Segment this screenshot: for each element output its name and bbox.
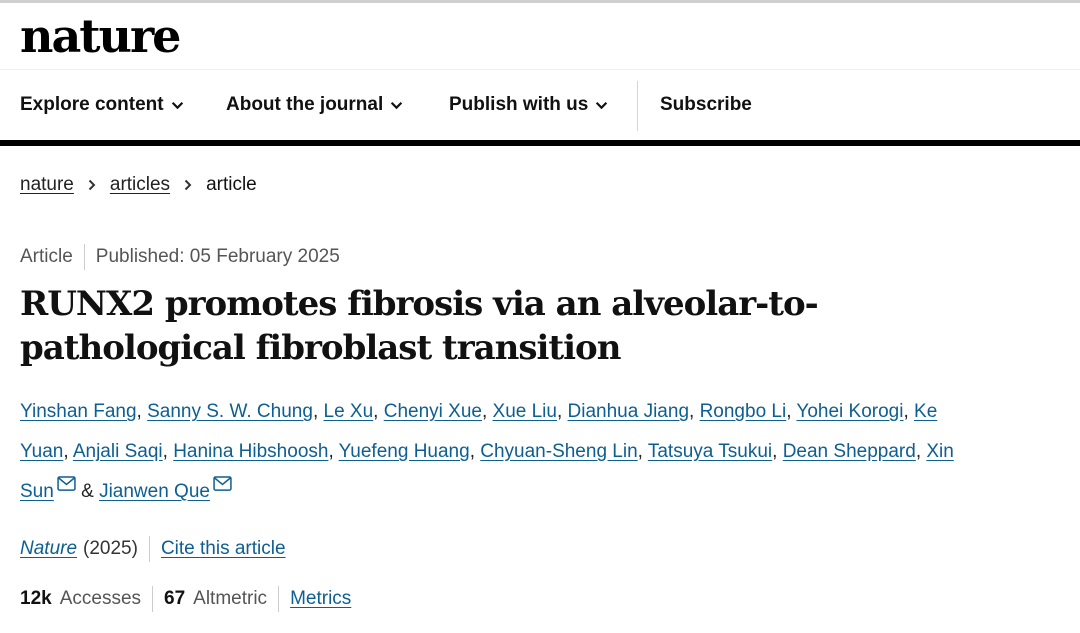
author-link[interactable]: Hanina Hibshoosh bbox=[173, 441, 328, 462]
author-link[interactable]: Dean Sheppard bbox=[783, 441, 916, 462]
nav-label: Publish with us bbox=[449, 94, 589, 115]
breadcrumb-nature[interactable]: nature bbox=[20, 174, 74, 196]
author-separator: , bbox=[63, 441, 73, 462]
article-title: RUNX2 promotes fibrosis via an alveolar-… bbox=[20, 284, 819, 368]
breadcrumb-articles[interactable]: articles bbox=[110, 174, 170, 196]
nav-publish-with-us[interactable]: Publish with us bbox=[449, 94, 608, 116]
author-separator: , bbox=[556, 401, 568, 422]
author-link[interactable]: Tatsuya Tsukui bbox=[648, 441, 772, 462]
main-nav: Explore content About the journal Publis… bbox=[0, 70, 1080, 140]
author-separator: , bbox=[772, 441, 783, 462]
altmetric-count: 67 bbox=[164, 588, 186, 609]
author-separator: , bbox=[162, 441, 174, 462]
citation-line: Nature (2025) Cite this article bbox=[20, 536, 286, 562]
author-list: Yinshan Fang, Sanny S. W. Chung, Le Xu, … bbox=[20, 392, 965, 512]
published-date: Published: 05 February 2025 bbox=[95, 246, 340, 267]
article-type: Article bbox=[20, 246, 73, 267]
email-icon[interactable] bbox=[213, 476, 232, 491]
metrics-divider bbox=[152, 586, 154, 612]
author-link[interactable]: Le Xu bbox=[324, 401, 374, 422]
author-link[interactable]: Rongbo Li bbox=[700, 401, 787, 422]
email-icon[interactable] bbox=[57, 476, 76, 491]
breadcrumb: nature articles article bbox=[20, 174, 257, 196]
chevron-down-icon bbox=[171, 101, 183, 109]
chevron-down-icon bbox=[596, 101, 608, 109]
author-link[interactable]: Yohei Korogi bbox=[796, 401, 903, 422]
nav-label: About the journal bbox=[226, 94, 384, 115]
author-conjunction: & bbox=[81, 481, 94, 502]
publication-year: (2025) bbox=[83, 538, 138, 559]
author-link[interactable]: Jianwen Que bbox=[99, 481, 210, 502]
author-separator: , bbox=[903, 401, 915, 422]
author-separator: , bbox=[786, 401, 797, 422]
author-link[interactable]: Sanny S. W. Chung bbox=[147, 401, 313, 422]
nature-logo[interactable]: nature bbox=[20, 10, 181, 62]
author-link[interactable]: Chyuan-Sheng Lin bbox=[480, 441, 637, 462]
article-meta: Article Published: 05 February 2025 bbox=[20, 244, 340, 270]
nav-about-journal[interactable]: About the journal bbox=[226, 94, 403, 116]
author-link[interactable]: Xue Liu bbox=[493, 401, 557, 422]
author-separator: , bbox=[328, 441, 339, 462]
nav-divider bbox=[637, 81, 638, 131]
author-link[interactable]: Yuefeng Huang bbox=[339, 441, 470, 462]
accesses-label: Accesses bbox=[59, 588, 142, 609]
chevron-down-icon bbox=[391, 101, 403, 109]
author-separator: , bbox=[136, 401, 148, 422]
citation-divider bbox=[148, 536, 150, 562]
author-separator: , bbox=[373, 401, 384, 422]
author-separator: , bbox=[469, 441, 481, 462]
nav-label: Explore content bbox=[20, 94, 164, 115]
cite-article-link[interactable]: Cite this article bbox=[161, 538, 286, 560]
author-separator: , bbox=[915, 441, 927, 462]
author-separator: , bbox=[689, 401, 700, 422]
altmetric-label: Altmetric bbox=[193, 588, 268, 609]
subscribe-link[interactable]: Subscribe bbox=[660, 94, 752, 116]
chevron-right-icon bbox=[184, 179, 192, 191]
journal-link[interactable]: Nature bbox=[20, 538, 77, 560]
author-separator: , bbox=[312, 401, 324, 422]
meta-divider bbox=[83, 244, 85, 270]
header-rule bbox=[0, 140, 1080, 146]
author-link[interactable]: Chenyi Xue bbox=[384, 401, 482, 422]
author-link[interactable]: Dianhua Jiang bbox=[568, 401, 689, 422]
accesses-count: 12k bbox=[20, 588, 52, 609]
author-separator: , bbox=[481, 401, 493, 422]
chevron-right-icon bbox=[88, 179, 96, 191]
author-separator: , bbox=[637, 441, 648, 462]
author-link[interactable]: Yinshan Fang bbox=[20, 401, 137, 422]
nav-explore-content[interactable]: Explore content bbox=[20, 94, 184, 116]
metrics-bar: 12k Accesses 67 Altmetric Metrics bbox=[20, 586, 351, 612]
brand-bar: nature bbox=[0, 3, 1080, 70]
author-link[interactable]: Anjali Saqi bbox=[73, 441, 163, 462]
metrics-divider bbox=[278, 586, 280, 612]
breadcrumb-current: article bbox=[206, 174, 257, 195]
metrics-link[interactable]: Metrics bbox=[290, 588, 351, 610]
